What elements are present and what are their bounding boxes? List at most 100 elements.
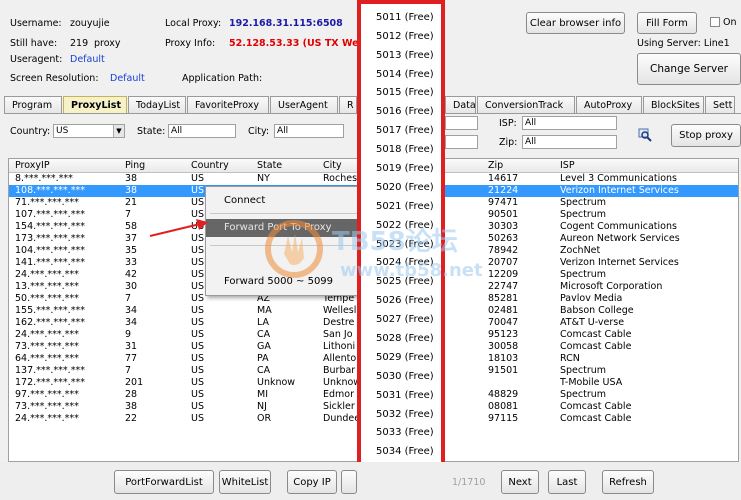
cell-proxyip: 13.***.***.***: [15, 281, 79, 292]
tab-conversiontrack[interactable]: ConversionTrack: [477, 96, 575, 113]
cell-ping: 21: [125, 197, 138, 208]
port-list-item[interactable]: 5022 (Free): [361, 217, 441, 236]
column-header-isp[interactable]: ISP: [560, 160, 575, 171]
stop-proxy-button[interactable]: Stop proxy: [671, 124, 741, 147]
city-select[interactable]: All: [274, 124, 344, 138]
port-list-item[interactable]: 5033 (Free): [361, 424, 441, 443]
cell-proxyip: 97.***.***.***: [15, 389, 79, 400]
zip-label: Zip:: [499, 137, 518, 148]
main-tabs: Program ProxyList TodayList FavoriteProx…: [4, 96, 358, 113]
cell-proxyip: 107.***.***.***: [15, 209, 85, 220]
username-value: zouyujie: [70, 18, 110, 29]
port-list-item[interactable]: 5011 (Free): [361, 9, 441, 28]
menu-item-connect[interactable]: Connect: [206, 192, 364, 210]
cell-proxyip: 162.***.***.***: [15, 317, 85, 328]
column-header-zip[interactable]: Zip: [488, 160, 503, 171]
still-have-value: 219: [70, 38, 89, 49]
tab-program[interactable]: Program: [4, 96, 62, 113]
fill-form-button[interactable]: Fill Form: [637, 12, 697, 34]
clear-browser-info-button[interactable]: Clear browser info: [526, 12, 625, 34]
isp-label: ISP:: [499, 118, 517, 129]
state-select[interactable]: All: [168, 124, 236, 138]
cell-zip: 02481: [488, 305, 519, 316]
cell-zip: 18103: [488, 353, 519, 364]
cell-state: MI: [257, 389, 268, 400]
port-list-item[interactable]: 5010 (Free): [361, 4, 441, 9]
port-list-item[interactable]: 5014 (Free): [361, 66, 441, 85]
port-list-item[interactable]: 5029 (Free): [361, 349, 441, 368]
filter-hidden-input-2[interactable]: [445, 135, 478, 149]
port-list-item[interactable]: 5030 (Free): [361, 368, 441, 387]
tab-favoriteproxy[interactable]: FavoriteProxy: [187, 96, 269, 113]
menu-separator: [210, 213, 360, 214]
port-list-item[interactable]: 5025 (Free): [361, 273, 441, 292]
menu-item-forward-port[interactable]: Forward Port To Proxy: [206, 219, 364, 237]
cell-ping: 38: [125, 185, 138, 196]
port-list-item[interactable]: 5018 (Free): [361, 141, 441, 160]
port-list-item[interactable]: 5021 (Free): [361, 198, 441, 217]
port-list-item[interactable]: 5031 (Free): [361, 387, 441, 406]
column-header-city[interactable]: City: [323, 160, 342, 171]
zip-select[interactable]: All: [522, 135, 617, 149]
port-list-item[interactable]: 5019 (Free): [361, 160, 441, 179]
white-list-button[interactable]: WhiteList: [219, 470, 271, 494]
column-header-state[interactable]: State: [257, 160, 282, 171]
refresh-button[interactable]: Refresh: [602, 470, 654, 494]
port-list-item[interactable]: 5020 (Free): [361, 179, 441, 198]
tab-data[interactable]: Data: [445, 96, 476, 113]
port-list-item[interactable]: 5013 (Free): [361, 47, 441, 66]
tab-blocksites[interactable]: BlockSites: [643, 96, 704, 113]
column-header-proxyip[interactable]: ProxyIP: [15, 160, 50, 171]
on-top-label: On: [723, 17, 737, 28]
search-icon[interactable]: [638, 128, 652, 142]
screen-resolution-value[interactable]: Default: [110, 73, 145, 84]
cell-ping: 38: [125, 401, 138, 412]
bottom-bar: PortForwardList WhiteList Copy IP 1/1710…: [0, 462, 741, 500]
on-top-checkbox[interactable]: [710, 17, 720, 27]
cell-proxyip: 173.***.***.***: [15, 233, 85, 244]
port-list-item[interactable]: 5026 (Free): [361, 292, 441, 311]
change-server-button[interactable]: Change Server: [637, 53, 741, 85]
cell-isp: T-Mobile USA: [560, 377, 623, 388]
column-header-country[interactable]: Country: [191, 160, 229, 171]
port-list-item[interactable]: 5028 (Free): [361, 330, 441, 349]
tab-settings[interactable]: Sett: [705, 96, 735, 113]
country-select[interactable]: US ▼: [53, 124, 125, 138]
port-list-item[interactable]: 5023 (Free): [361, 236, 441, 255]
chevron-down-icon[interactable]: ▼: [113, 125, 124, 137]
column-header-ping[interactable]: Ping: [125, 160, 145, 171]
isp-select[interactable]: All: [522, 116, 617, 130]
cell-isp: Verizon Internet Services: [560, 257, 679, 268]
tab-useragent[interactable]: UserAgent: [270, 96, 338, 113]
filter-hidden-input-1[interactable]: [445, 116, 478, 130]
tab-autoproxy[interactable]: AutoProxy: [576, 96, 642, 113]
next-page-button[interactable]: Next: [501, 470, 539, 494]
cell-isp: Microsoft Corporation: [560, 281, 663, 292]
tab-r[interactable]: R: [339, 96, 357, 113]
tab-todaylist[interactable]: TodayList: [128, 96, 186, 113]
menu-item-forward-range[interactable]: Forward 5000 ~ 5099: [206, 273, 364, 291]
last-page-button[interactable]: Last: [548, 470, 586, 494]
useragent-value[interactable]: Default: [70, 54, 105, 65]
cell-ping: 7: [125, 293, 132, 304]
port-list-item[interactable]: 5032 (Free): [361, 406, 441, 425]
port-list-item[interactable]: 5034 (Free): [361, 443, 441, 462]
port-list-item[interactable]: 5012 (Free): [361, 28, 441, 47]
cell-zip: 50263: [488, 233, 519, 244]
cell-ping: 30: [125, 281, 138, 292]
cell-zip: 78942: [488, 245, 519, 256]
cell-proxyip: 104.***.***.***: [15, 245, 85, 256]
cell-zip: 90501: [488, 209, 519, 220]
port-forward-list-button[interactable]: PortForwardList: [114, 470, 214, 494]
port-list-item[interactable]: 5015 (Free): [361, 84, 441, 103]
port-list-item[interactable]: 5024 (Free): [361, 254, 441, 273]
cell-zip: 95123: [488, 329, 519, 340]
copy-ip-button[interactable]: Copy IP: [287, 470, 337, 494]
menu-separator: [210, 245, 360, 246]
partial-button[interactable]: [341, 470, 357, 494]
port-list-item[interactable]: 5016 (Free): [361, 103, 441, 122]
cell-ping: 9: [125, 329, 132, 340]
tab-proxylist[interactable]: ProxyList: [63, 96, 127, 113]
port-list-item[interactable]: 5017 (Free): [361, 122, 441, 141]
port-list-item[interactable]: 5027 (Free): [361, 311, 441, 330]
